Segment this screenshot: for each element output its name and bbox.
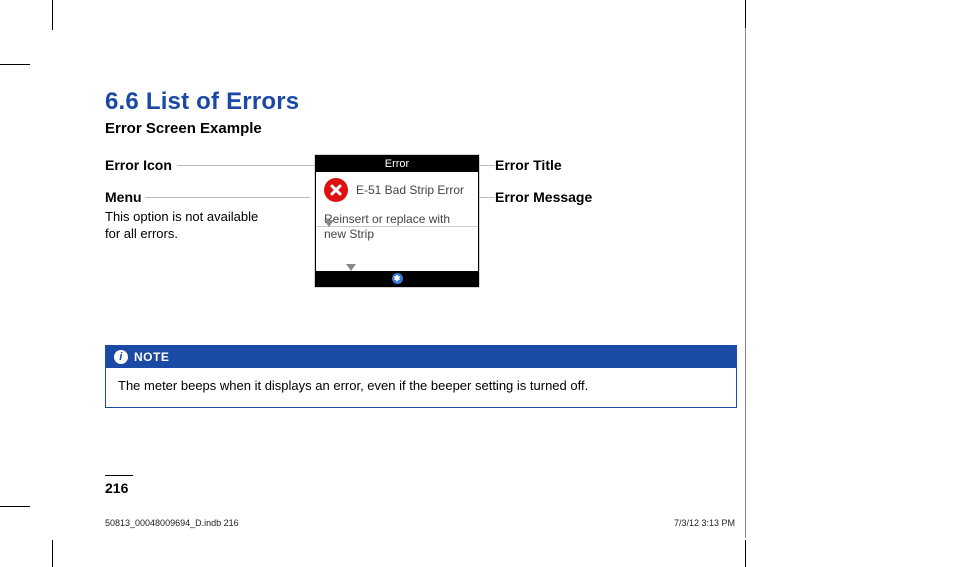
callout-error-icon: Error Icon [105,157,172,173]
callout-error-message: Error Message [495,189,592,205]
note-label: NOTE [134,350,169,364]
info-icon: i [114,350,128,364]
note-box: i NOTE The meter beeps when it displays … [105,345,737,408]
device-error-screen: Error E-51 Bad Strip Error Reinsert or r… [315,155,479,287]
section-subheading: Error Screen Example [105,120,745,137]
page-number: 216 [105,475,133,496]
error-x-icon [324,178,348,202]
bluetooth-icon: ✱ [392,273,403,284]
screen-titlebar: Error [316,156,478,172]
callout-menu-note: This option is not available for all err… [105,209,275,243]
page-frame: 6.6 List of Errors Error Screen Example … [55,28,746,538]
error-screen-diagram: Error Icon Menu This option is not avail… [105,155,745,315]
screen-bottom-bar: ✱ [316,271,478,286]
callout-menu: Menu [105,189,142,205]
section-heading: 6.6 List of Errors [105,88,745,116]
note-body: The meter beeps when it displays an erro… [106,368,736,407]
screen-error-title: E-51 Bad Strip Error [356,183,464,198]
slug-right: 7/3/12 3:13 PM [674,518,735,528]
slug-left: 50813_00048009694_D.indb 216 [105,518,239,528]
callout-error-title: Error Title [495,157,562,173]
note-head: i NOTE [106,346,736,368]
screen-error-message: Reinsert or replace with new Strip [324,212,470,242]
